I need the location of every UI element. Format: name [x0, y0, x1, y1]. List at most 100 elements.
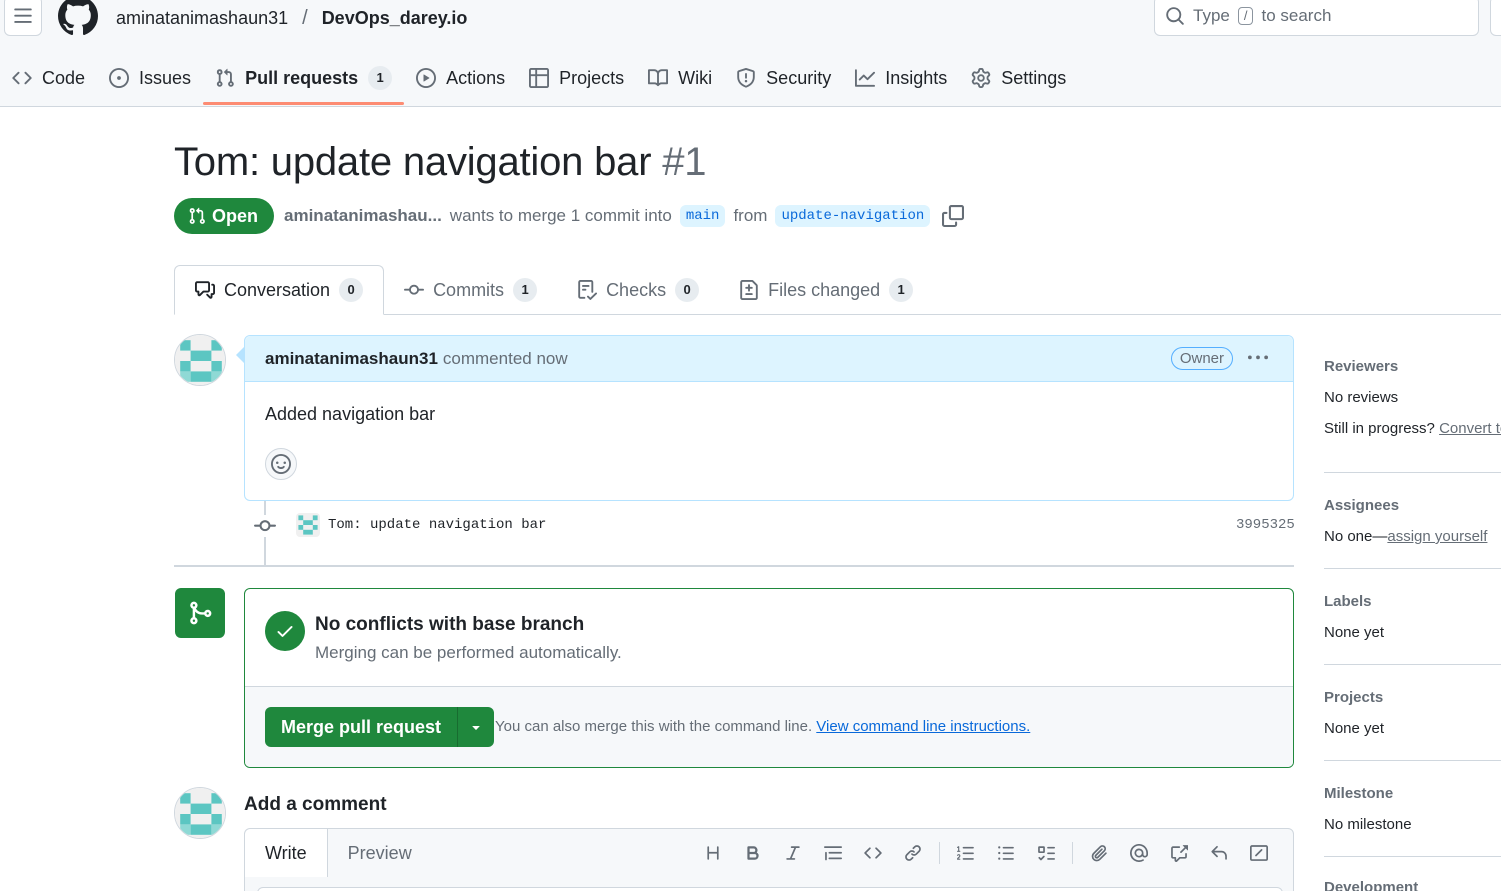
nav-settings[interactable]: Settings — [959, 58, 1078, 98]
comment-pointer — [236, 347, 244, 363]
nav-pull-requests[interactable]: Pull requests 1 — [203, 58, 405, 105]
sidebar-labels-title[interactable]: Labels — [1324, 593, 1501, 610]
tab-files-changed[interactable]: Files changed 1 — [719, 265, 933, 315]
nav-code[interactable]: Code — [0, 58, 97, 98]
git-merge-icon — [175, 588, 225, 638]
tab-conversation-count: 0 — [339, 278, 364, 302]
pr-sidebar: Reviewers No reviews Still in progress? … — [1324, 340, 1501, 891]
nav-security-label: Security — [766, 67, 832, 88]
fullscreen-icon[interactable] — [1239, 841, 1279, 865]
unordered-list-icon[interactable] — [986, 841, 1026, 865]
sidebar-development-title[interactable]: Development — [1324, 879, 1501, 891]
sidebar-labels: Labels None yet — [1324, 569, 1501, 665]
merge-button-group: Merge pull request — [265, 707, 495, 747]
heading-icon[interactable] — [693, 841, 733, 865]
sidebar-projects-value: None yet — [1324, 720, 1385, 737]
link-icon[interactable] — [893, 841, 933, 865]
sidebar-milestone-value: No milestone — [1324, 816, 1412, 833]
toolbar-divider — [1072, 842, 1073, 864]
tab-conversation-label: Conversation — [224, 279, 331, 300]
avatar[interactable] — [174, 787, 226, 839]
pr-tabs: Conversation 0 Commits 1 Checks 0 Files … — [174, 265, 933, 315]
nav-actions-label: Actions — [446, 67, 506, 88]
owner-badge: Owner — [1170, 347, 1233, 370]
sidebar-labels-value: None yet — [1324, 624, 1385, 641]
ordered-list-icon[interactable] — [946, 841, 986, 865]
breadcrumb-owner-link[interactable]: aminatanimashaun31 — [116, 8, 288, 29]
search-input[interactable]: Type / to search — [1154, 0, 1479, 36]
convert-to-draft-link[interactable]: Convert to draft — [1439, 420, 1501, 437]
pull-requests-count-badge: 1 — [368, 66, 393, 90]
comment-timestamp[interactable]: commented now — [443, 349, 568, 369]
base-branch-link[interactable]: main — [679, 205, 726, 227]
git-commit-icon — [254, 515, 276, 537]
nav-issues[interactable]: Issues — [97, 58, 203, 98]
italic-icon[interactable] — [773, 841, 813, 865]
nav-security[interactable]: Security — [724, 58, 843, 98]
sidebar-reviewers: Reviewers No reviews Still in progress? … — [1324, 340, 1501, 473]
commit-message-link[interactable]: Tom: update navigation bar — [328, 517, 546, 533]
search-placeholder-prefix: Type — [1193, 6, 1230, 25]
nav-code-label: Code — [42, 67, 86, 88]
tab-preview[interactable]: Preview — [328, 829, 432, 877]
nav-actions[interactable]: Actions — [404, 58, 517, 98]
app-header: aminatanimashaun31 / DevOps_darey.io Typ… — [0, 0, 1501, 107]
add-reaction-button[interactable] — [265, 448, 297, 480]
tab-checks[interactable]: Checks 0 — [557, 265, 719, 315]
merge-note-text: You can also merge this with the command… — [495, 718, 813, 735]
editor-tabs: Write Preview — [245, 829, 432, 877]
command-line-instructions-link[interactable]: View command line instructions. — [816, 718, 1030, 735]
graph-icon — [855, 69, 876, 87]
breadcrumb-repo-link[interactable]: DevOps_darey.io — [322, 8, 468, 29]
add-comment-title: Add a comment — [244, 794, 387, 815]
github-logo-icon[interactable] — [58, 0, 98, 36]
tab-write[interactable]: Write — [245, 829, 328, 877]
menu-button[interactable] — [4, 0, 42, 36]
code-icon[interactable] — [853, 841, 893, 865]
tab-conversation[interactable]: Conversation 0 — [174, 265, 385, 315]
sidebar-reviewers-title[interactable]: Reviewers — [1324, 358, 1501, 375]
merge-pull-request-button[interactable]: Merge pull request — [265, 707, 459, 747]
paperclip-icon[interactable] — [1079, 841, 1119, 865]
toolbar-divider — [939, 842, 940, 864]
nav-wiki[interactable]: Wiki — [636, 58, 724, 98]
cross-reference-icon[interactable] — [1159, 841, 1199, 865]
more-options-icon[interactable] — [1245, 348, 1271, 368]
sidebar-milestone-title[interactable]: Milestone — [1324, 785, 1501, 802]
status-badge: Open — [174, 198, 275, 234]
bold-icon[interactable] — [733, 841, 773, 865]
task-list-icon[interactable] — [1026, 841, 1066, 865]
sidebar-projects-title[interactable]: Projects — [1324, 689, 1501, 706]
comment-author-link[interactable]: aminatanimashaun31 — [265, 349, 438, 369]
merge-options-dropdown[interactable] — [458, 707, 494, 747]
shield-icon — [737, 68, 755, 88]
head-branch-link[interactable]: update-navigation — [775, 205, 931, 227]
quote-icon[interactable] — [813, 841, 853, 865]
pull-request-icon — [216, 68, 234, 87]
header-action-button[interactable] — [1490, 0, 1501, 36]
markdown-toolbar — [693, 841, 1279, 865]
sidebar-assignees-title[interactable]: Assignees — [1324, 497, 1501, 514]
checklist-icon — [578, 280, 598, 300]
play-icon — [416, 68, 437, 88]
comment-editor: Write Preview — [244, 828, 1294, 891]
commit-sha-link[interactable]: 3995325 — [1236, 517, 1295, 533]
git-commit-icon — [404, 284, 425, 295]
commit-author-avatar[interactable] — [296, 513, 320, 537]
reply-icon[interactable] — [1199, 841, 1239, 865]
pr-author-link[interactable]: aminatanimashau... — [284, 206, 442, 226]
avatar[interactable] — [174, 334, 226, 386]
tab-commits[interactable]: Commits 1 — [384, 265, 557, 315]
nav-insights[interactable]: Insights — [843, 58, 959, 98]
nav-projects[interactable]: Projects — [517, 58, 636, 98]
merge-box: No conflicts with base branch Merging ca… — [244, 588, 1294, 768]
copy-icon[interactable] — [942, 205, 965, 227]
comment-textarea[interactable] — [257, 887, 1283, 891]
sidebar-projects: Projects None yet — [1324, 665, 1501, 761]
assign-yourself-link[interactable]: assign yourself — [1387, 528, 1487, 545]
timeline-divider — [174, 565, 1294, 567]
triangle-down-icon — [472, 726, 480, 730]
mention-icon[interactable] — [1119, 841, 1159, 865]
code-icon — [12, 71, 32, 85]
nav-pull-requests-label: Pull requests — [245, 67, 359, 88]
